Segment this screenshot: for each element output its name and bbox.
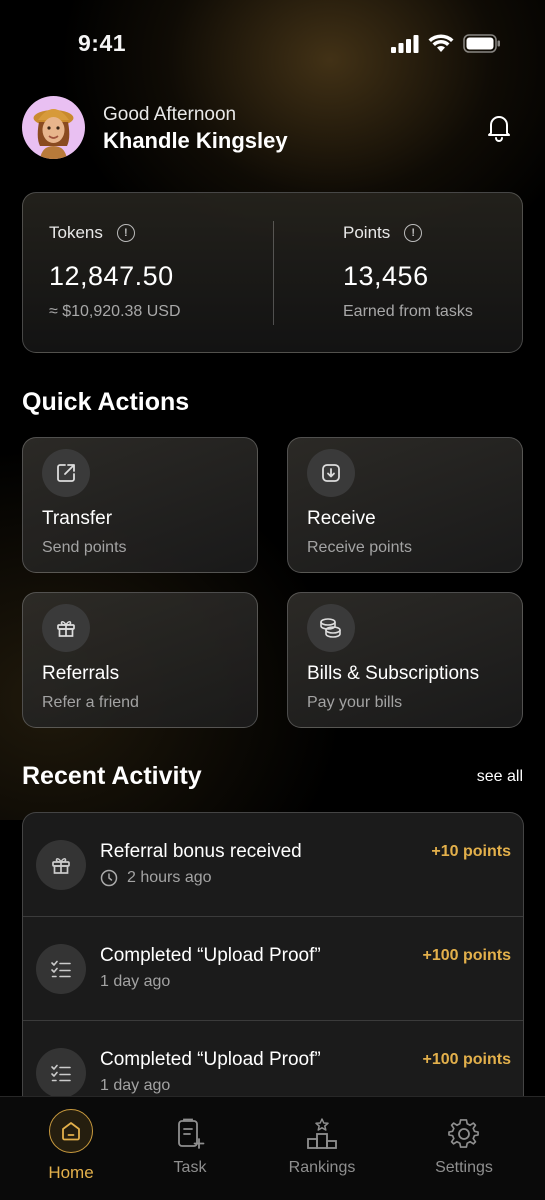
tab-task[interactable]: Task bbox=[130, 1097, 250, 1200]
bell-icon bbox=[488, 116, 510, 142]
activity-title: Completed “Upload Proof” bbox=[100, 945, 321, 966]
receive-label: Receive bbox=[307, 508, 376, 529]
download-icon bbox=[322, 464, 340, 482]
clipboard-add-icon bbox=[178, 1118, 205, 1149]
tab-rankings-label: Rankings bbox=[288, 1159, 356, 1176]
activity-item[interactable]: Completed “Upload Proof” 1 day ago +100 … bbox=[23, 917, 523, 1021]
tokens-usd-value: ≈ $10,920.38 USD bbox=[49, 303, 181, 320]
clock-icon bbox=[100, 869, 118, 887]
activity-title: Referral bonus received bbox=[100, 841, 302, 862]
wifi-icon bbox=[428, 34, 454, 52]
transfer-subtitle: Send points bbox=[42, 539, 127, 556]
activity-points: +10 points bbox=[431, 843, 511, 860]
gear-icon bbox=[448, 1119, 479, 1148]
bills-subscriptions-label: Bills & Subscriptions bbox=[307, 663, 480, 684]
header: Good Afternoon Khandle Kingsley bbox=[22, 96, 524, 160]
tab-task-label: Task bbox=[173, 1159, 207, 1176]
greeting-text: Good Afternoon bbox=[103, 104, 237, 125]
tab-bar: Home Task Rankings Settings bbox=[0, 1096, 545, 1200]
signal-icon bbox=[391, 34, 419, 53]
referrals-card[interactable]: Referrals Refer a friend bbox=[22, 592, 258, 728]
tokens-label: Tokens bbox=[49, 223, 103, 242]
tab-settings-label: Settings bbox=[435, 1159, 493, 1176]
referrals-subtitle: Refer a friend bbox=[42, 694, 139, 711]
transfer-card[interactable]: Transfer Send points bbox=[22, 437, 258, 573]
see-all-link[interactable]: see all bbox=[477, 768, 523, 786]
home-icon bbox=[62, 1122, 80, 1141]
bills-subscriptions-card[interactable]: Bills & Subscriptions Pay your bills bbox=[287, 592, 523, 728]
gift-icon bbox=[57, 621, 75, 637]
receive-card[interactable]: Receive Receive points bbox=[287, 437, 523, 573]
checklist-icon bbox=[51, 1064, 71, 1082]
activity-points: +100 points bbox=[422, 1051, 511, 1068]
points-value: 13,456 bbox=[343, 261, 429, 291]
quick-actions-title: Quick Actions bbox=[22, 388, 190, 416]
external-link-icon bbox=[57, 464, 75, 482]
referrals-label: Referrals bbox=[42, 663, 120, 684]
activity-item[interactable]: Referral bonus received 2 hours ago +10 … bbox=[23, 813, 523, 917]
activity-time: 1 day ago bbox=[100, 973, 171, 990]
activity-points: +100 points bbox=[422, 947, 511, 964]
tokens-value: 12,847.50 bbox=[49, 261, 174, 291]
username: Khandle Kingsley bbox=[103, 128, 288, 153]
activity-title: Completed “Upload Proof” bbox=[100, 1049, 321, 1070]
tab-settings[interactable]: Settings bbox=[404, 1097, 524, 1200]
memoji-avatar-icon bbox=[33, 109, 74, 159]
tab-home-label: Home bbox=[48, 1163, 94, 1182]
checklist-icon bbox=[51, 960, 71, 978]
tab-home[interactable]: Home bbox=[11, 1097, 131, 1200]
gift-icon bbox=[52, 858, 70, 874]
info-icon[interactable]: ! bbox=[116, 224, 135, 242]
recent-activity-title: Recent Activity bbox=[22, 762, 202, 790]
info-icon[interactable]: ! bbox=[404, 224, 423, 242]
battery-icon bbox=[463, 34, 500, 53]
avatar[interactable] bbox=[22, 96, 85, 159]
balance-card: Tokens ! 12,847.50 ≈ $10,920.38 USD Poin… bbox=[22, 192, 523, 353]
notification-button[interactable] bbox=[484, 112, 514, 142]
coins-icon bbox=[320, 618, 341, 638]
podium-icon bbox=[307, 1118, 337, 1149]
balance-divider bbox=[273, 221, 274, 325]
activity-list: Referral bonus received 2 hours ago +10 … bbox=[22, 812, 524, 1112]
bills-subscriptions-subtitle: Pay your bills bbox=[307, 694, 403, 711]
points-label: Points bbox=[343, 223, 391, 242]
activity-time: 1 day ago bbox=[100, 1077, 171, 1094]
transfer-label: Transfer bbox=[42, 508, 113, 529]
status-icons bbox=[391, 34, 501, 53]
tab-rankings[interactable]: Rankings bbox=[262, 1097, 382, 1200]
activity-time: 2 hours ago bbox=[127, 869, 212, 886]
points-subtitle: Earned from tasks bbox=[343, 303, 473, 320]
receive-subtitle: Receive points bbox=[307, 539, 412, 556]
status-time: 9:41 bbox=[78, 30, 127, 56]
status-bar: 9:41 bbox=[0, 0, 545, 90]
